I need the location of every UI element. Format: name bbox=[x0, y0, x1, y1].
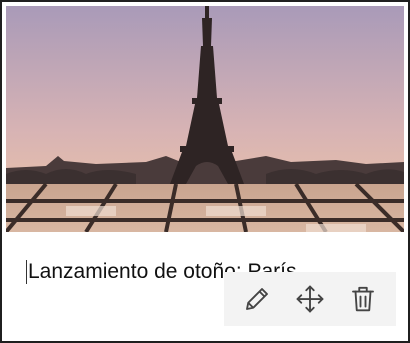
move-icon bbox=[296, 285, 324, 313]
trash-icon bbox=[352, 286, 375, 312]
image-card[interactable]: Lanzamiento de otoño: París bbox=[0, 0, 410, 343]
move-button[interactable] bbox=[290, 279, 330, 319]
card-image bbox=[6, 6, 404, 232]
card-toolbar bbox=[224, 272, 396, 326]
text-cursor bbox=[26, 260, 27, 284]
pencil-icon bbox=[245, 288, 268, 310]
edit-button[interactable] bbox=[237, 279, 277, 319]
delete-button[interactable] bbox=[343, 279, 383, 319]
